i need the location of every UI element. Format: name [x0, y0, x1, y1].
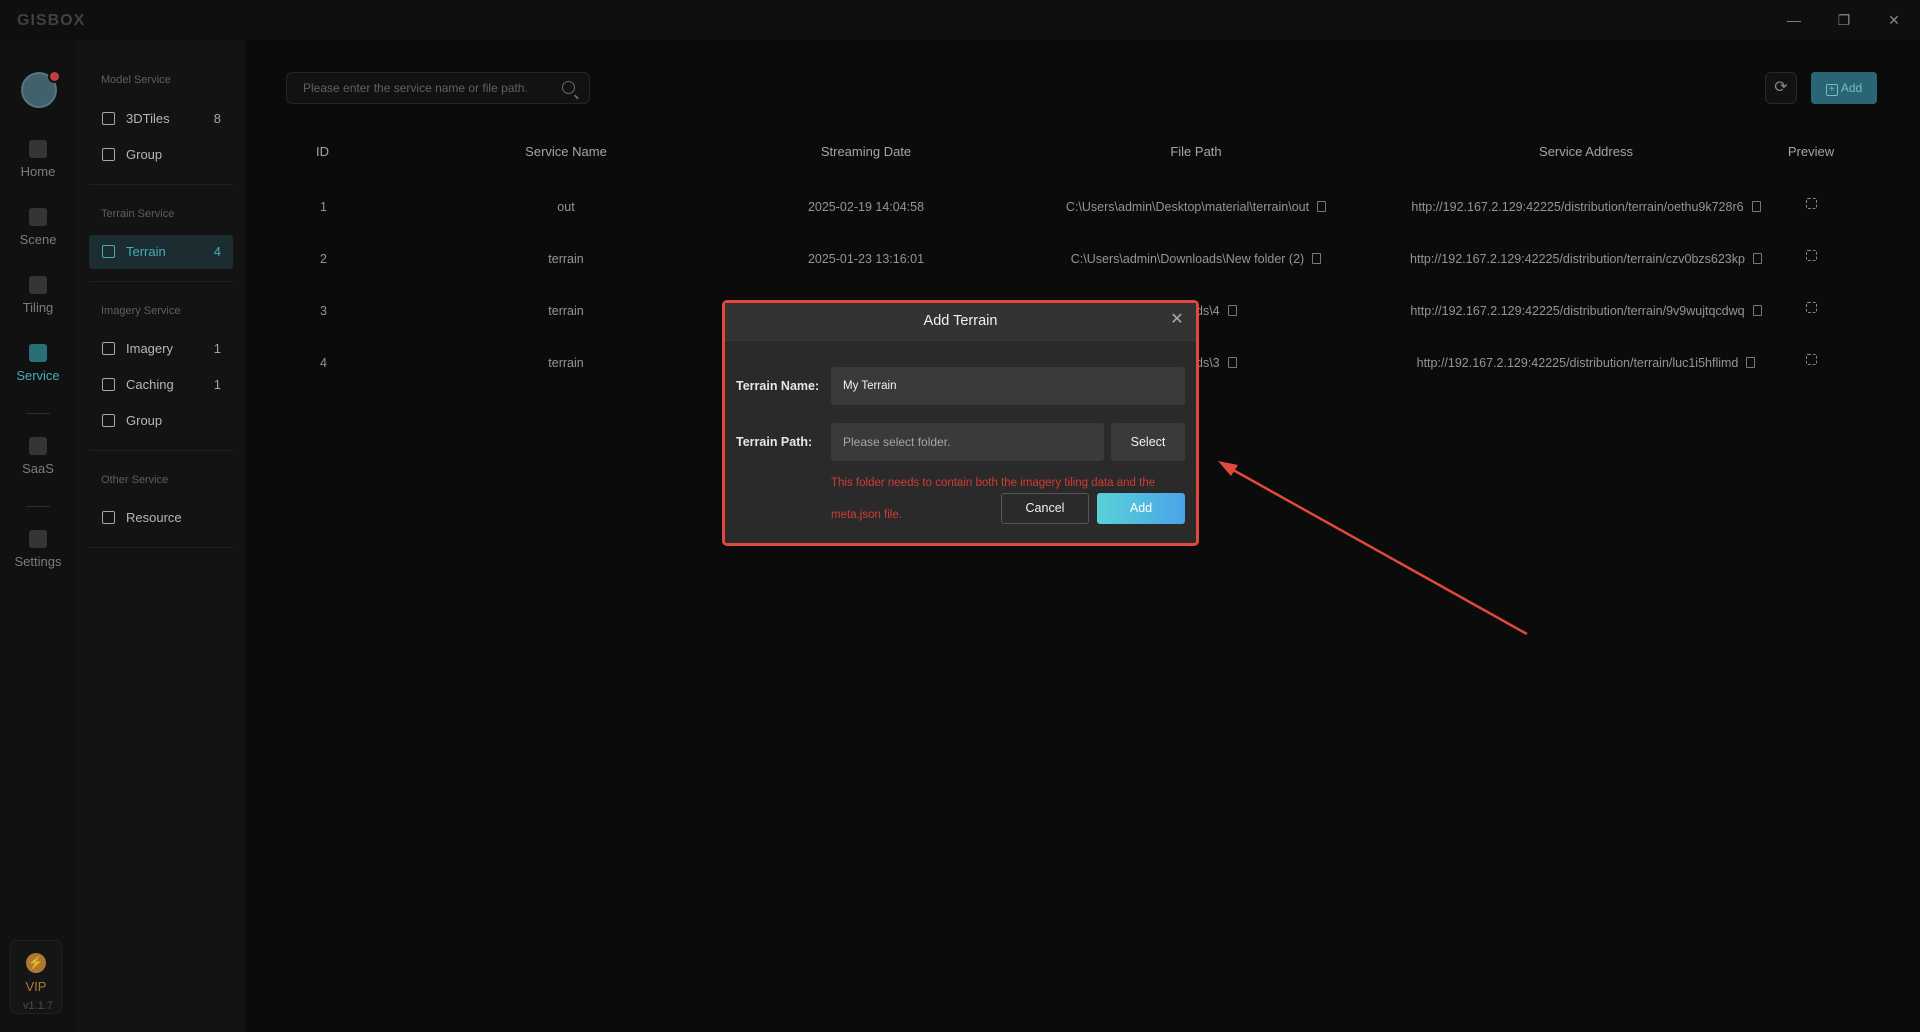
terrain-path-label: Terrain Path:	[736, 435, 813, 449]
close-icon[interactable]: ✕	[1168, 311, 1186, 329]
add-terrain-confirm-button[interactable]: Add	[1097, 493, 1185, 524]
select-folder-button[interactable]: Select	[1111, 423, 1185, 461]
terrain-name-input[interactable]	[831, 367, 1185, 405]
cancel-button[interactable]: Cancel	[1001, 493, 1089, 524]
add-terrain-dialog: Add Terrain ✕ Terrain Name: Terrain Path…	[722, 300, 1199, 546]
terrain-name-label: Terrain Name:	[736, 379, 820, 393]
dialog-header: Add Terrain ✕	[725, 303, 1196, 341]
terrain-path-input[interactable]	[831, 423, 1104, 461]
dialog-title: Add Terrain	[923, 313, 998, 329]
